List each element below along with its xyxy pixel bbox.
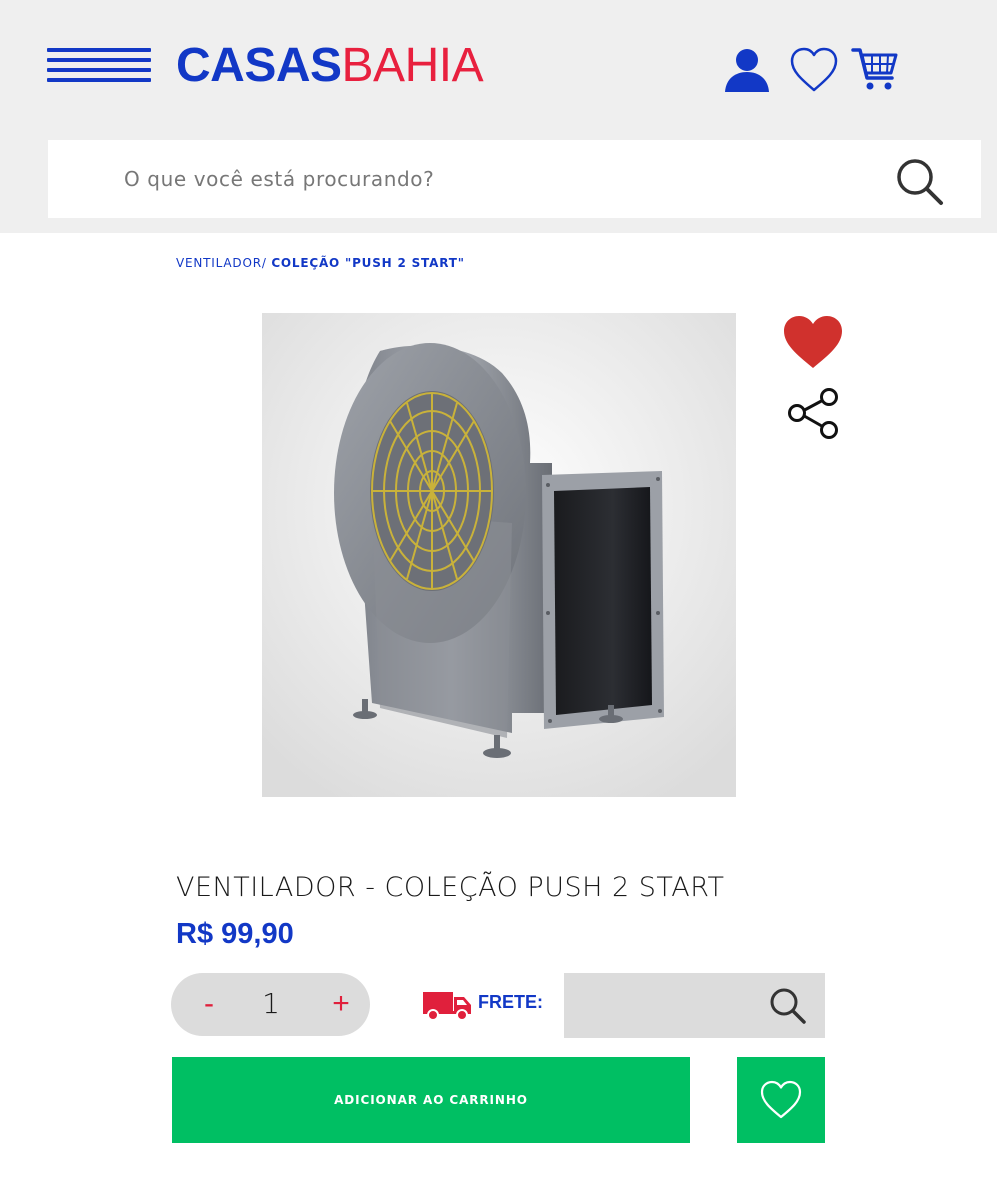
product-title: VENTILADOR - COLEÇÃO PUSH 2 START — [176, 872, 725, 903]
qty-value[interactable]: 1 — [241, 981, 301, 1027]
wishlist-heart-outline-icon — [760, 1080, 802, 1119]
qty-decrement-button[interactable]: - — [189, 981, 229, 1027]
shipping-field — [564, 973, 825, 1038]
product-price: R$ 99,90 — [176, 918, 294, 950]
wishlist-heart-icon[interactable] — [789, 44, 839, 94]
casas-bahia-logo[interactable]: CASASBAHIA — [176, 39, 484, 92]
search-input[interactable] — [48, 140, 888, 218]
logo-casas: CASAS — [176, 39, 342, 92]
add-to-wishlist-button[interactable] — [737, 1057, 825, 1143]
add-to-cart-button[interactable]: ADICIONAR AO CARRINHO — [172, 1057, 690, 1143]
logo-bahia: BAHIA — [341, 39, 484, 92]
product-image — [262, 313, 736, 797]
qty-increment-button[interactable]: + — [321, 981, 361, 1027]
cart-icon[interactable] — [850, 44, 900, 94]
user-icon[interactable] — [722, 44, 772, 94]
quantity-stepper: - 1 + — [171, 973, 370, 1036]
search-icon[interactable] — [894, 156, 946, 208]
shipping-search-icon[interactable] — [768, 986, 808, 1026]
search-bar — [48, 140, 981, 218]
menu-icon[interactable] — [47, 48, 151, 84]
truck-icon — [422, 989, 474, 1026]
shipping-label: FRETE: — [478, 992, 543, 1012]
breadcrumb-current: COLEÇÃO "PUSH 2 START" — [271, 256, 465, 270]
favorite-heart-icon[interactable] — [782, 314, 844, 375]
breadcrumb: VENTILADOR/ COLEÇÃO "PUSH 2 START" — [176, 256, 465, 270]
site-header: CASASBAHIA — [0, 0, 997, 233]
share-icon[interactable] — [787, 387, 841, 446]
breadcrumb-category-link[interactable]: VENTILADOR/ — [176, 256, 267, 270]
shipping-input[interactable] — [564, 973, 764, 1038]
